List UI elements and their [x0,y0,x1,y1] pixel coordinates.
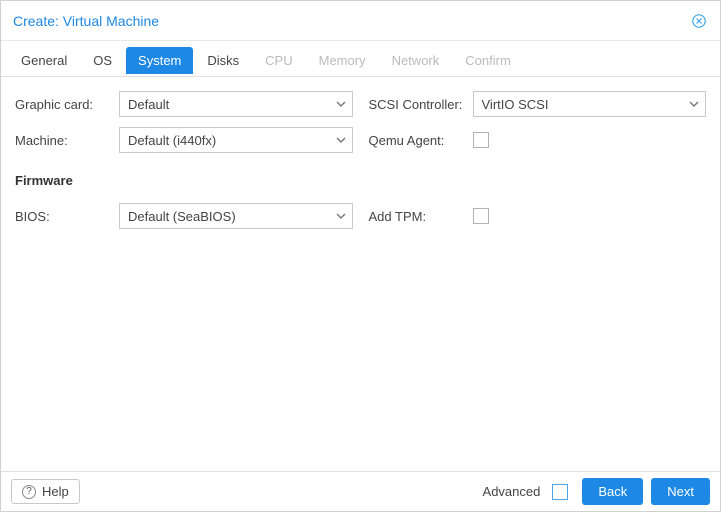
graphic-card-label: Graphic card: [15,97,119,112]
scsi-controller-select[interactable]: VirtIO SCSI [473,91,707,117]
advanced-label: Advanced [483,484,541,499]
row-qemu-agent: Qemu Agent: [369,127,707,153]
back-button[interactable]: Back [582,478,643,505]
machine-value: Default (i440fx) [128,133,336,148]
right-column: SCSI Controller: VirtIO SCSI Qemu Agent:… [369,91,707,457]
add-tpm-label: Add TPM: [369,209,473,224]
titlebar: Create: Virtual Machine [1,1,720,41]
qemu-agent-checkbox[interactable] [473,132,489,148]
help-button[interactable]: ? Help [11,479,80,504]
tab-disks[interactable]: Disks [195,47,251,74]
row-graphic-card: Graphic card: Default [15,91,353,117]
bios-value: Default (SeaBIOS) [128,209,336,224]
tab-system[interactable]: System [126,47,193,74]
row-add-tpm: Add TPM: [369,203,707,229]
bios-select[interactable]: Default (SeaBIOS) [119,203,353,229]
tab-general[interactable]: General [9,47,79,74]
advanced-checkbox[interactable] [552,484,568,500]
machine-select[interactable]: Default (i440fx) [119,127,353,153]
chevron-down-icon [689,99,699,109]
graphic-card-value: Default [128,97,336,112]
left-column: Graphic card: Default Machine: Default (… [15,91,353,457]
row-bios: BIOS: Default (SeaBIOS) [15,203,353,229]
row-scsi-controller: SCSI Controller: VirtIO SCSI [369,91,707,117]
footer: ? Help Advanced Back Next [1,471,720,511]
close-icon [691,13,707,29]
wizard-tabs: General OS System Disks CPU Memory Netwo… [1,41,720,77]
machine-label: Machine: [15,133,119,148]
add-tpm-checkbox[interactable] [473,208,489,224]
bios-label: BIOS: [15,209,119,224]
next-button[interactable]: Next [651,478,710,505]
chevron-down-icon [336,99,346,109]
spacer-row [369,167,707,193]
scsi-controller-value: VirtIO SCSI [482,97,690,112]
window-title: Create: Virtual Machine [13,13,690,29]
tab-network: Network [380,47,452,74]
create-vm-window: Create: Virtual Machine General OS Syste… [0,0,721,512]
scsi-controller-label: SCSI Controller: [369,97,473,112]
row-machine: Machine: Default (i440fx) [15,127,353,153]
graphic-card-select[interactable]: Default [119,91,353,117]
help-label: Help [42,484,69,499]
tab-os[interactable]: OS [81,47,124,74]
chevron-down-icon [336,135,346,145]
help-icon: ? [22,485,36,499]
tab-memory: Memory [307,47,378,74]
tab-cpu: CPU [253,47,304,74]
qemu-agent-label: Qemu Agent: [369,133,473,148]
close-button[interactable] [690,12,708,30]
form-content: Graphic card: Default Machine: Default (… [1,77,720,471]
chevron-down-icon [336,211,346,221]
tab-confirm: Confirm [453,47,523,74]
firmware-header: Firmware [15,167,353,193]
